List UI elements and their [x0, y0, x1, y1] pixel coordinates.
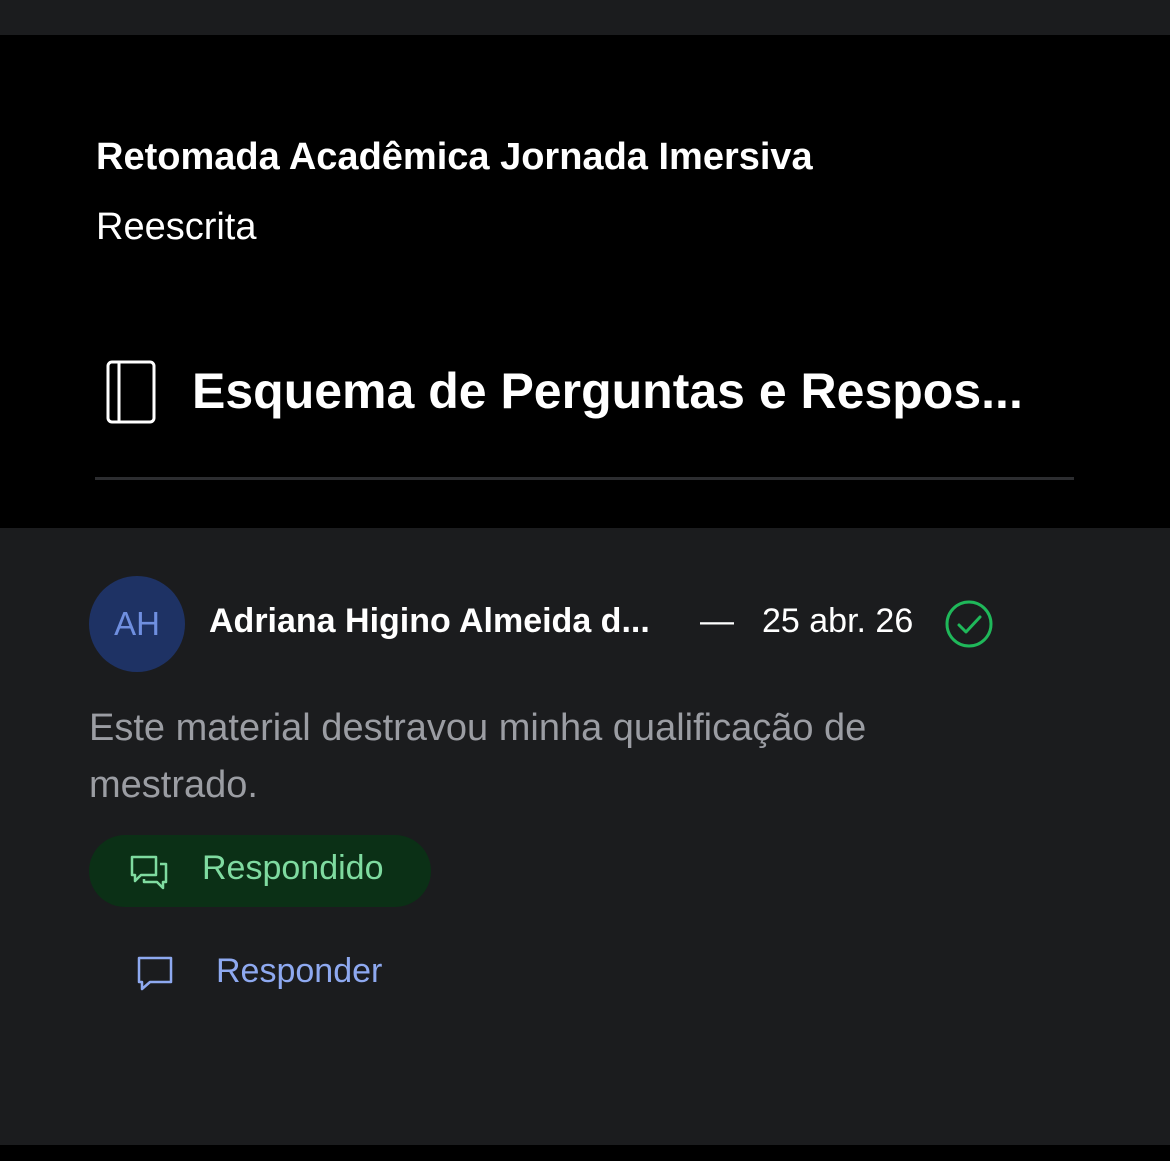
lesson-heading: Esquema de Perguntas e Respos... — [96, 352, 1074, 432]
meta-separator: — — [700, 602, 734, 640]
course-subtitle: Reescrita — [96, 206, 257, 248]
comment-author: Adriana Higino Almeida d... — [209, 602, 650, 640]
book-icon — [106, 360, 156, 424]
status-bar-strip — [0, 0, 1170, 35]
avatar: AH — [89, 576, 185, 672]
chat-bubbles-icon — [130, 855, 168, 890]
check-circle-icon — [945, 600, 993, 648]
course-title: Retomada Acadêmica Jornada Imersiva — [96, 136, 813, 178]
lesson-title: Esquema de Perguntas e Respos... — [192, 363, 1023, 419]
reply-label: Responder — [216, 952, 383, 990]
chat-bubble-icon — [137, 956, 173, 991]
answered-badge: Respondido — [89, 835, 431, 907]
avatar-initials: AH — [114, 605, 160, 642]
header-divider — [95, 477, 1074, 480]
bottom-strip — [0, 1145, 1170, 1161]
comment-text: Este material destravou minha qualificaç… — [89, 707, 867, 806]
answered-label: Respondido — [202, 849, 384, 887]
reply-button[interactable]: Responder — [120, 940, 420, 1004]
comment-date: 25 abr. 26 — [762, 602, 914, 640]
course-header — [0, 35, 1170, 528]
